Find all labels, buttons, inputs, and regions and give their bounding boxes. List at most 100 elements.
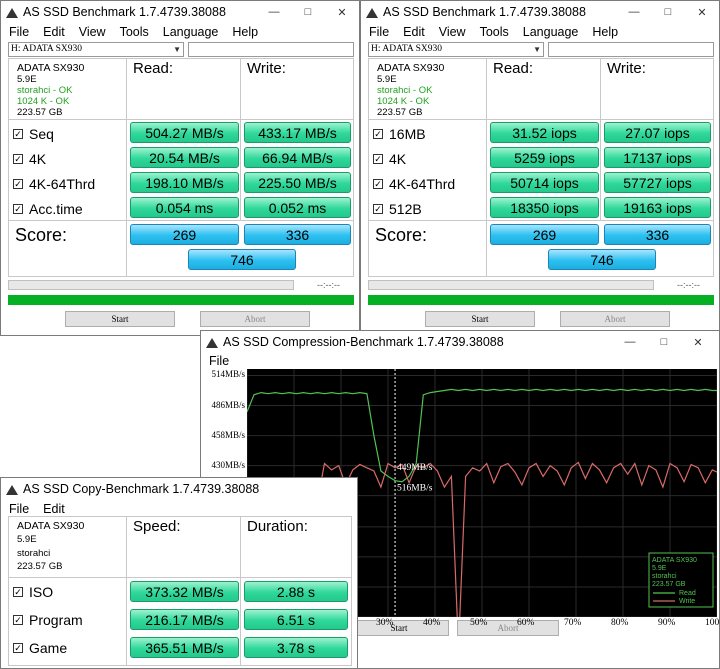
benchmark-window-right: AS SSD Benchmark 1.7.4739.38088 — □ ✕ Fi… <box>360 0 720 336</box>
legend-size: 223.57 GB <box>652 581 686 588</box>
menu-language[interactable]: Language <box>523 25 579 39</box>
row-game[interactable]: ✓ Game <box>13 637 67 659</box>
maximize-icon[interactable]: □ <box>651 1 685 23</box>
drive-select[interactable]: H: ADATA SX930 ▼ <box>8 42 184 57</box>
x-tick-label: 80% <box>611 618 629 628</box>
maximize-icon[interactable]: □ <box>291 1 325 23</box>
512b-read-value: 18350 iops <box>490 197 599 218</box>
row-program[interactable]: ✓ Program <box>13 609 83 631</box>
menu-help[interactable]: Help <box>232 25 258 39</box>
drive-path-field[interactable] <box>188 42 354 57</box>
minimize-icon[interactable]: — <box>257 1 291 23</box>
checkbox-checked-icon[interactable]: ✓ <box>13 615 23 625</box>
checkbox-checked-icon[interactable]: ✓ <box>13 178 23 189</box>
menu-bar: File Edit View Tools Language Help <box>361 23 719 41</box>
row-seq[interactable]: ✓ Seq <box>13 123 54 144</box>
app-icon <box>206 336 218 348</box>
results-grid: ADATA SX930 5.9E storahci - OK 1024 K - … <box>8 58 354 277</box>
window-title: AS SSD Benchmark 1.7.4739.38088 <box>383 5 586 19</box>
drive-select[interactable]: H: ADATA SX930 ▼ <box>368 42 544 57</box>
row-16mb[interactable]: ✓ 16MB <box>373 123 426 144</box>
row-label: Program <box>29 612 83 628</box>
menu-file[interactable]: File <box>9 502 29 516</box>
drive-model: ADATA SX930 <box>17 520 85 532</box>
512b-write-value: 19163 iops <box>604 197 711 218</box>
checkbox-checked-icon[interactable]: ✓ <box>373 203 383 214</box>
checkbox-checked-icon[interactable]: ✓ <box>373 178 383 189</box>
checkbox-checked-icon[interactable]: ✓ <box>13 643 23 653</box>
row-512b[interactable]: ✓ 512B <box>373 198 422 219</box>
copy-results-grid: ADATA SX930 5.9E storahci 223.57 GB Spee… <box>8 516 352 666</box>
start-button[interactable]: Start <box>425 311 535 327</box>
checkbox-checked-icon[interactable]: ✓ <box>13 128 23 139</box>
row-label: ISO <box>29 584 54 600</box>
drive-firmware: 5.9E <box>17 74 37 85</box>
menu-file[interactable]: File <box>369 25 389 39</box>
abort-button[interactable]: Abort <box>560 311 670 327</box>
start-button[interactable]: Start <box>65 311 175 327</box>
write-header: Write: <box>607 60 646 77</box>
title-bar: AS SSD Benchmark 1.7.4739.38088 — □ ✕ <box>361 1 719 23</box>
window-title: AS SSD Copy-Benchmark 1.7.4739.38088 <box>23 482 260 496</box>
alignment-status: 1024 K - OK <box>377 96 430 107</box>
4k64-read-value: 198.10 MB/s <box>130 172 239 193</box>
iso-duration-value: 2.88 s <box>244 581 348 602</box>
menu-view[interactable]: View <box>439 25 466 39</box>
row-4k-64thrd[interactable]: ✓ 4K-64Thrd <box>373 173 455 194</box>
driver-name: storahci <box>17 548 51 559</box>
program-duration-value: 6.51 s <box>244 609 348 630</box>
minimize-icon[interactable]: — <box>617 1 651 23</box>
menu-language[interactable]: Language <box>163 25 219 39</box>
menu-edit[interactable]: Edit <box>43 502 65 516</box>
drive-info: ADATA SX930 5.9E storahci 223.57 GB <box>17 520 84 572</box>
close-icon[interactable]: ✕ <box>325 1 359 23</box>
title-bar: AS SSD Compression-Benchmark 1.7.4739.38… <box>201 331 719 353</box>
menu-help[interactable]: Help <box>592 25 618 39</box>
legend-read-label: Read <box>679 590 696 597</box>
progress-bar-total <box>368 295 714 305</box>
score-read: 269 <box>490 224 599 245</box>
y-tick-label: 458MB/s <box>211 429 245 440</box>
row-label: 4K-64Thrd <box>389 175 456 192</box>
checkbox-checked-icon[interactable]: ✓ <box>373 153 383 164</box>
checkbox-checked-icon[interactable]: ✓ <box>13 153 23 164</box>
menu-view[interactable]: View <box>79 25 106 39</box>
score-write: 336 <box>604 224 711 245</box>
seq-write-value: 433.17 MB/s <box>244 122 351 143</box>
drive-path-field[interactable] <box>548 42 714 57</box>
time-left: --:--:-- <box>317 280 340 290</box>
close-icon[interactable]: ✕ <box>681 331 715 353</box>
minimize-icon[interactable]: — <box>613 331 647 353</box>
checkbox-checked-icon[interactable]: ✓ <box>13 587 23 597</box>
game-duration-value: 3.78 s <box>244 637 348 658</box>
row-acc-time[interactable]: ✓ Acc.time <box>13 198 83 219</box>
duration-header: Duration: <box>247 518 308 535</box>
menu-bar: File Edit View Tools Language Help <box>1 23 359 41</box>
row-iso[interactable]: ✓ ISO <box>13 581 53 603</box>
menu-file[interactable]: File <box>9 25 29 39</box>
close-icon[interactable]: ✕ <box>685 1 719 23</box>
y-tick-label: 514MB/s <box>211 369 245 380</box>
checkbox-checked-icon[interactable]: ✓ <box>373 128 383 139</box>
menu-file[interactable]: File <box>209 354 229 368</box>
menu-edit[interactable]: Edit <box>403 25 425 39</box>
chevron-down-icon: ▼ <box>173 45 181 54</box>
menu-tools[interactable]: Tools <box>120 25 149 39</box>
4k-read-value: 20.54 MB/s <box>130 147 239 168</box>
row-4k[interactable]: ✓ 4K <box>13 148 46 169</box>
menu-tools[interactable]: Tools <box>480 25 509 39</box>
write-header: Write: <box>247 60 286 77</box>
abort-button[interactable]: Abort <box>200 311 310 327</box>
drive-firmware: 5.9E <box>17 534 37 545</box>
speed-header: Speed: <box>133 518 181 535</box>
copy-window: AS SSD Copy-Benchmark 1.7.4739.38088 Fil… <box>0 477 358 669</box>
menu-bar: File <box>201 353 719 369</box>
progress-bar-current <box>8 280 294 290</box>
read-header: Read: <box>493 60 534 77</box>
row-4k-64thrd[interactable]: ✓ 4K-64Thrd <box>13 173 95 194</box>
x-tick-label: 30% <box>376 618 394 628</box>
menu-edit[interactable]: Edit <box>43 25 65 39</box>
row-4k[interactable]: ✓ 4K <box>373 148 406 169</box>
checkbox-checked-icon[interactable]: ✓ <box>13 203 23 214</box>
maximize-icon[interactable]: □ <box>647 331 681 353</box>
